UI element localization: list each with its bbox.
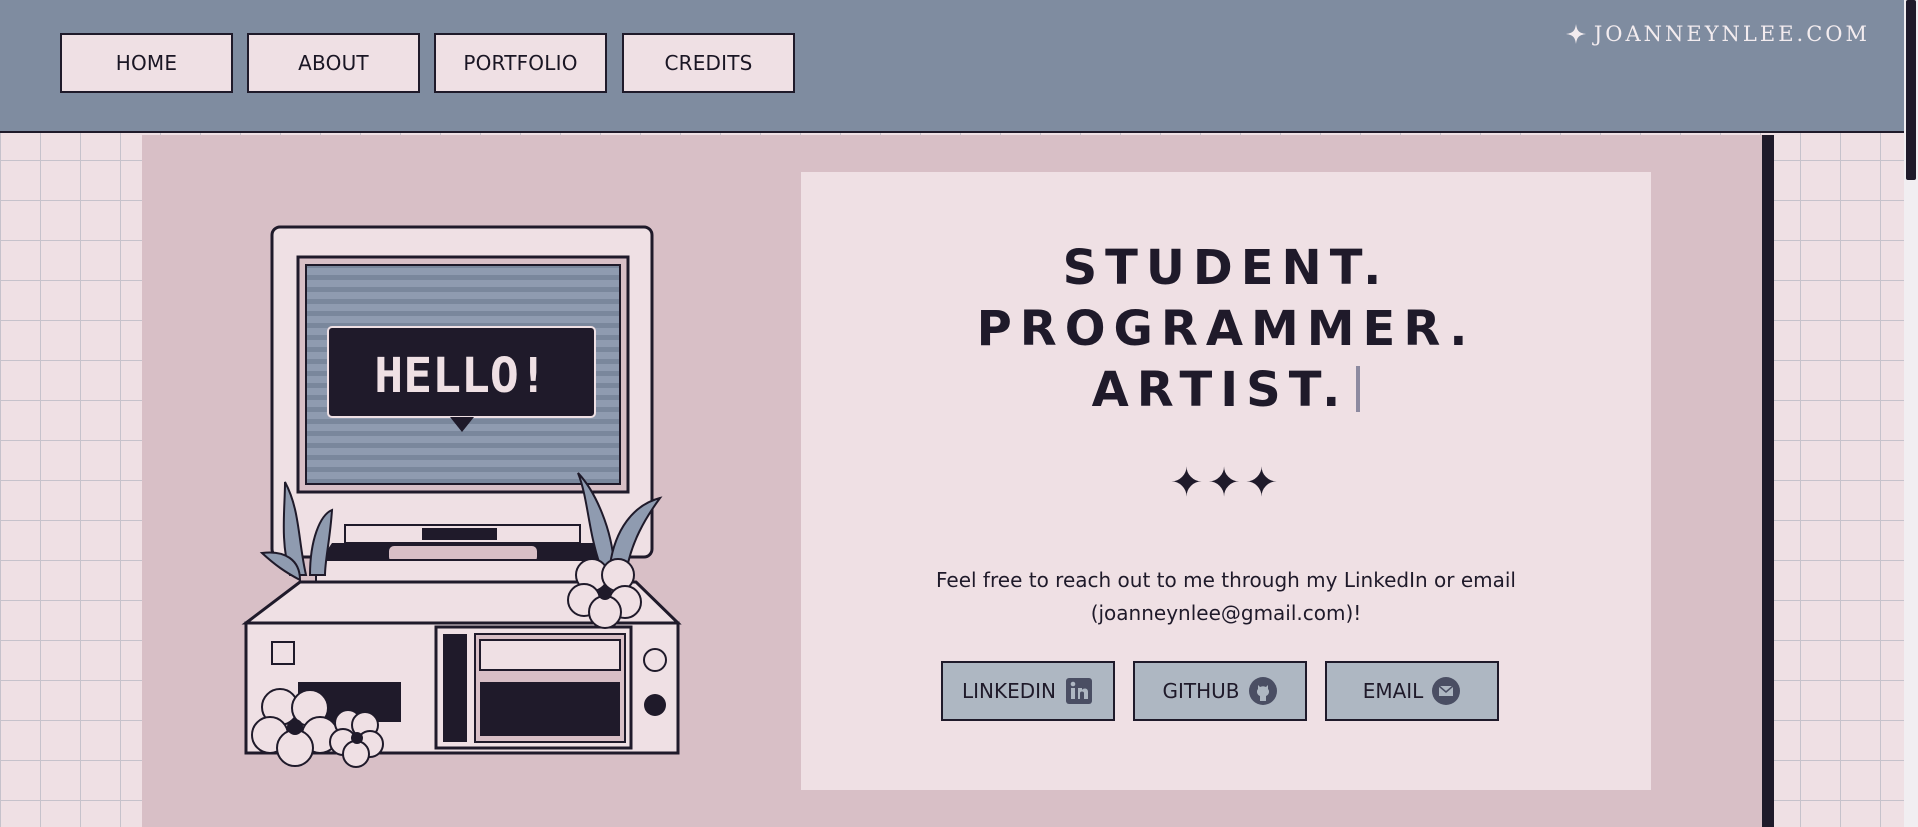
contact-blurb: Feel free to reach out to me through my … xyxy=(801,564,1651,630)
contact-blurb-line-1: Feel free to reach out to me through my … xyxy=(936,568,1516,592)
nav-portfolio-button[interactable]: PORTFOLIO xyxy=(434,33,607,93)
github-icon xyxy=(1248,676,1278,706)
github-button[interactable]: GITHUB xyxy=(1133,661,1307,721)
scrollbar-track[interactable] xyxy=(1904,0,1918,827)
sparkle-icon xyxy=(1565,24,1586,44)
site-name-text: JOANNEYNLEE.COM xyxy=(1593,22,1870,46)
scrollbar-thumb[interactable] xyxy=(1906,0,1916,180)
headline: STUDENT. PROGRAMMER. ARTIST. xyxy=(801,238,1651,421)
nav-credits-button[interactable]: CREDITS xyxy=(622,33,795,93)
headline-line-3-text: ARTIST. xyxy=(1091,362,1349,418)
email-button[interactable]: EMAIL xyxy=(1325,661,1499,721)
top-navigation-bar: HOME ABOUT PORTFOLIO CREDITS JOANNEYNLEE… xyxy=(0,0,1918,133)
retro-computer-illustration: HELLO! xyxy=(241,225,682,768)
linkedin-button-label: LINKEDIN xyxy=(961,679,1056,703)
headline-line-3: ARTIST. xyxy=(801,360,1651,421)
linkedin-button[interactable]: LINKEDIN xyxy=(941,661,1115,721)
nav-about-button[interactable]: ABOUT xyxy=(247,33,420,93)
headline-line-1: STUDENT. xyxy=(1062,240,1390,296)
headline-line-2: PROGRAMMER. xyxy=(976,301,1476,357)
hello-bubble-text: HELLO! xyxy=(374,348,547,404)
linkedin-icon xyxy=(1064,676,1094,706)
decorative-stars: ✦✦✦ xyxy=(1169,460,1283,506)
contact-blurb-line-2: (joanneynlee@gmail.com)! xyxy=(1090,601,1362,625)
typing-caret xyxy=(1356,366,1361,412)
nav-home-button[interactable]: HOME xyxy=(60,33,233,93)
email-button-label: EMAIL xyxy=(1362,679,1424,703)
mail-icon xyxy=(1431,676,1461,706)
hero-panel-shadow xyxy=(1762,135,1774,827)
github-button-label: GITHUB xyxy=(1162,679,1240,703)
intro-card: STUDENT. PROGRAMMER. ARTIST. ✦✦✦ Feel fr… xyxy=(801,172,1651,790)
site-name-link[interactable]: JOANNEYNLEE.COM xyxy=(1565,22,1870,46)
